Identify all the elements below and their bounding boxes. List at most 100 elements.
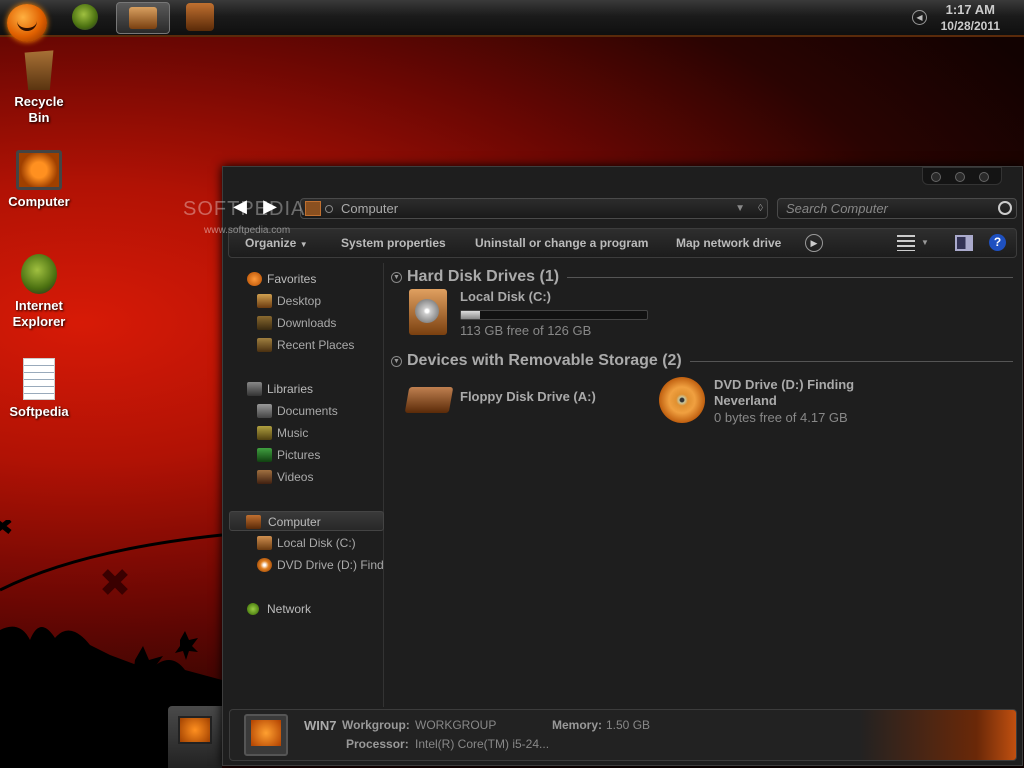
window-controls (922, 167, 1002, 185)
maximize-button[interactable] (955, 172, 965, 182)
nav-libraries[interactable]: Libraries (223, 379, 383, 399)
memory-label: Memory: (552, 718, 603, 732)
clock-time: 1:17 AM (945, 2, 995, 17)
collapse-icon[interactable]: ▼ (391, 272, 402, 283)
view-options-dropdown-icon[interactable]: ▼ (921, 235, 939, 251)
explorer-taskbar-button[interactable] (116, 2, 170, 34)
internet-explorer-icon (21, 254, 57, 294)
help-icon[interactable]: ? (989, 234, 1006, 251)
group-divider (567, 277, 1013, 278)
drive-name-line2: Neverland (714, 393, 777, 408)
desktop-icon-label: Internet Explorer (12, 298, 66, 329)
change-view-icon[interactable] (897, 235, 915, 251)
group-title: Devices with Removable Storage (2) (407, 352, 682, 369)
folder-icon (129, 7, 157, 29)
nav-label: Documents (277, 404, 338, 418)
hard-disk-icon (409, 289, 447, 335)
search-placeholder: Search Computer (786, 201, 888, 216)
nav-label: Videos (277, 470, 314, 484)
refresh-icon[interactable]: ◊ (758, 199, 763, 218)
organize-button[interactable]: Organize ▼ (245, 236, 308, 250)
floppy-disk-icon (404, 387, 454, 413)
minimize-button[interactable] (931, 172, 941, 182)
recycle-bin-icon (24, 50, 54, 90)
disc-icon (415, 299, 439, 323)
more-commands-icon[interactable]: ▶ (805, 234, 823, 252)
workgroup-value: WORKGROUP (415, 718, 497, 732)
drive-floppy[interactable]: Floppy Disk Drive (A:) (404, 375, 635, 427)
map-network-drive-button[interactable]: Map network drive (676, 236, 781, 250)
desktop-icon-recycle-bin[interactable]: Recycle Bin (4, 46, 74, 126)
show-hidden-icons-button[interactable]: ◀ (912, 10, 927, 25)
disk-usage-bar (460, 310, 648, 320)
libraries-icon (247, 382, 262, 396)
address-dropdown-icon[interactable]: ▼ (735, 199, 745, 218)
nav-dvd-drive[interactable]: DVD Drive (D:) Finding Neverland (223, 555, 383, 575)
desktop-icon-label: Softpedia (9, 404, 69, 419)
drive-free-space: 113 GB free of 126 GB (460, 323, 592, 338)
nav-network[interactable]: Network (223, 599, 383, 619)
documents-icon (257, 404, 272, 418)
desktop-icon-internet-explorer[interactable]: Internet Explorer (4, 254, 74, 330)
content-pane: ▼ Hard Disk Drives (1) Local Disk (C:) 11… (385, 263, 1021, 707)
videos-icon (257, 470, 272, 484)
nav-desktop[interactable]: Desktop (223, 291, 383, 311)
dvd-icon (257, 558, 272, 572)
pictures-icon (257, 448, 272, 462)
nav-downloads[interactable]: Downloads (223, 313, 383, 333)
nav-label: Network (267, 602, 312, 616)
desktop-icon-label: Recycle Bin (14, 94, 64, 125)
navigation-pane: Favorites Desktop Downloads Recent Place… (223, 263, 384, 707)
search-icon[interactable] (998, 201, 1012, 215)
softpedia-watermark: SOFTPEDIA (183, 198, 306, 220)
media-player-taskbar-icon[interactable] (186, 3, 214, 31)
disk-usage-fill (461, 311, 481, 319)
nav-local-disk[interactable]: Local Disk (C:) (223, 533, 383, 553)
desktop-icon-computer[interactable]: Computer (4, 150, 74, 210)
nav-recent-places[interactable]: Recent Places (223, 335, 383, 355)
system-clock[interactable]: 1:17 AM 10/28/2011 (941, 2, 1000, 34)
nav-label: Downloads (277, 316, 337, 330)
softpedia-watermark-url: www.softpedia.com (204, 225, 291, 236)
memory-value: 1.50 GB (606, 718, 651, 732)
downloads-icon (257, 316, 272, 330)
nav-documents[interactable]: Documents (223, 401, 383, 421)
address-bar[interactable]: Computer ▼ ◊ (300, 198, 768, 219)
start-button[interactable] (7, 4, 47, 42)
nav-label: Recent Places (277, 338, 355, 352)
nav-label: Libraries (267, 382, 314, 396)
nav-pictures[interactable]: Pictures (223, 445, 383, 465)
group-title: Hard Disk Drives (1) (407, 268, 560, 285)
taskbar: ◀ 1:17 AM 10/28/2011 (0, 0, 1024, 42)
details-pane: WIN7 Workgroup: WORKGROUP Memory: 1.50 G… (229, 709, 1017, 761)
close-button[interactable] (979, 172, 989, 182)
desktop-icon-softpedia[interactable]: Softpedia (4, 358, 74, 420)
document-icon (23, 358, 55, 400)
network-icon (247, 603, 259, 615)
computer-icon (246, 515, 261, 529)
explorer-window: ◀ ▶ Computer ▼ ◊ Search Computer Organiz… (222, 166, 1023, 766)
nav-favorites[interactable]: Favorites (223, 269, 383, 289)
group-hard-disk-drives[interactable]: ▼ Hard Disk Drives (1) (391, 267, 559, 287)
nav-videos[interactable]: Videos (223, 467, 383, 487)
drive-local-disk[interactable]: Local Disk (C:) 113 GB free of 126 GB (405, 287, 665, 339)
nav-music[interactable]: Music (223, 423, 383, 443)
system-properties-button[interactable]: System properties (341, 236, 446, 250)
collapse-icon[interactable]: ▼ (391, 356, 402, 367)
nav-label: Computer (268, 515, 321, 529)
dvd-icon (659, 377, 705, 423)
music-icon (257, 426, 272, 440)
favorites-star-icon (247, 272, 262, 286)
computer-name: WIN7 (304, 718, 337, 733)
nav-label: Pictures (277, 448, 321, 462)
breadcrumb-separator-icon (325, 205, 333, 213)
computer-icon (244, 714, 288, 756)
group-removable-storage[interactable]: ▼ Devices with Removable Storage (2) (391, 351, 682, 371)
processor-value: Intel(R) Core(TM) i5-24... (415, 737, 550, 751)
internet-explorer-taskbar-icon[interactable] (72, 4, 98, 30)
preview-pane-icon[interactable] (955, 235, 973, 251)
drive-dvd[interactable]: DVD Drive (D:) Finding Neverland 0 bytes… (659, 375, 899, 427)
uninstall-program-button[interactable]: Uninstall or change a program (475, 236, 648, 250)
search-input[interactable]: Search Computer (777, 198, 1017, 219)
nav-computer[interactable]: Computer (229, 511, 384, 531)
